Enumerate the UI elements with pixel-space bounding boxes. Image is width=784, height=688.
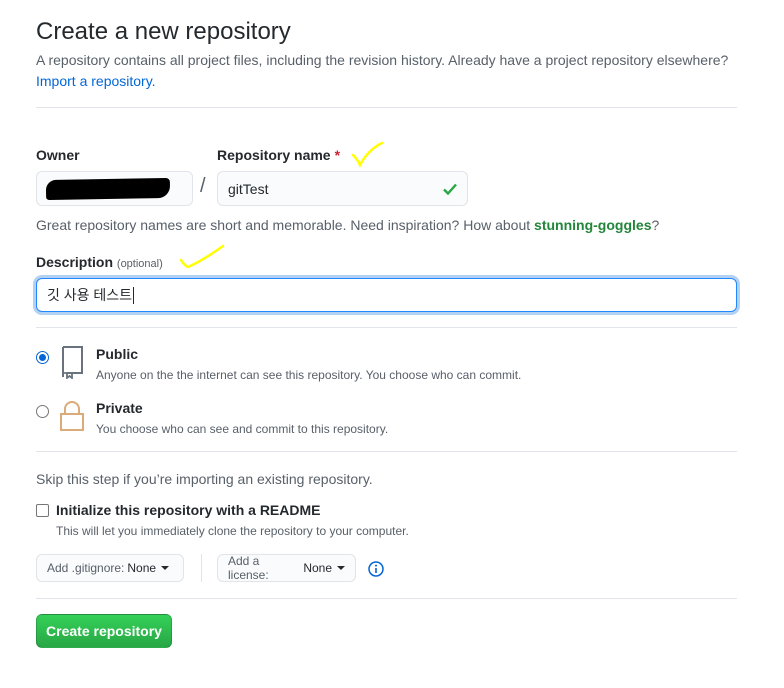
public-radio[interactable] [36,351,49,364]
public-title: Public [96,346,139,362]
valid-check-icon [443,183,457,195]
name-suggestion-hint: Great repository names are short and mem… [36,217,659,233]
dropdown-caret-icon [337,566,345,570]
readme-label[interactable]: Initialize this repository with a README [56,502,320,518]
license-value: None [303,561,332,575]
description-label-text: Description [36,254,114,270]
dropdown-caret-icon [161,566,170,570]
license-select[interactable]: Add a license: None [217,554,356,582]
import-repository-link[interactable]: Import a repository. [36,73,156,89]
readme-checkbox[interactable] [36,504,49,517]
owner-label: Owner [36,147,80,163]
subtitle-text: A repository contains all project files,… [36,52,729,68]
private-title: Private [96,400,143,416]
required-asterisk: * [334,147,341,163]
divider [36,451,737,452]
repository-name-label-text: Repository name [217,147,331,163]
gitignore-select[interactable]: Add .gitignore: None [36,554,184,582]
repository-name-value: gitTest [228,180,269,197]
divider [36,327,737,328]
repository-name-input[interactable]: gitTest [217,171,468,206]
gitignore-value: None [127,561,157,575]
info-icon[interactable] [368,561,384,577]
public-description: Anyone on the the internet can see this … [96,368,522,382]
text-caret [133,286,135,304]
yellow-check-annotation [351,141,384,168]
yellow-check-annotation [179,244,225,269]
page-title: Create a new repository [36,18,291,45]
suggested-name-link[interactable]: stunning-goggles [534,217,651,233]
repo-book-icon [62,346,83,379]
hint-end: ? [651,217,660,233]
skip-step-note: Skip this step if you’re importing an ex… [36,471,373,487]
description-label: Description (optional) [36,254,163,270]
license-prefix: Add a license: [228,554,269,582]
hint-text: Great repository names are short and mem… [36,217,535,233]
redacted-owner-name [45,177,171,201]
owner-repo-separator: / [200,175,206,197]
private-radio[interactable] [36,405,49,418]
private-description: You choose who can see and commit to thi… [96,422,389,436]
gitignore-prefix: Add .gitignore: [47,561,125,575]
lock-icon [60,401,84,431]
select-separator [201,554,202,582]
divider [36,107,737,108]
divider [36,598,737,599]
optional-tag: (optional) [116,258,163,270]
page-subtitle: A repository contains all project files,… [36,50,756,92]
description-input[interactable]: 깃 사용 테스트 [36,278,737,312]
create-repository-button[interactable]: Create repository [36,614,172,648]
description-value: 깃 사용 테스트 [47,287,133,303]
repository-name-label: Repository name * [217,147,340,163]
readme-description: This will let you immediately clone the … [56,524,409,538]
